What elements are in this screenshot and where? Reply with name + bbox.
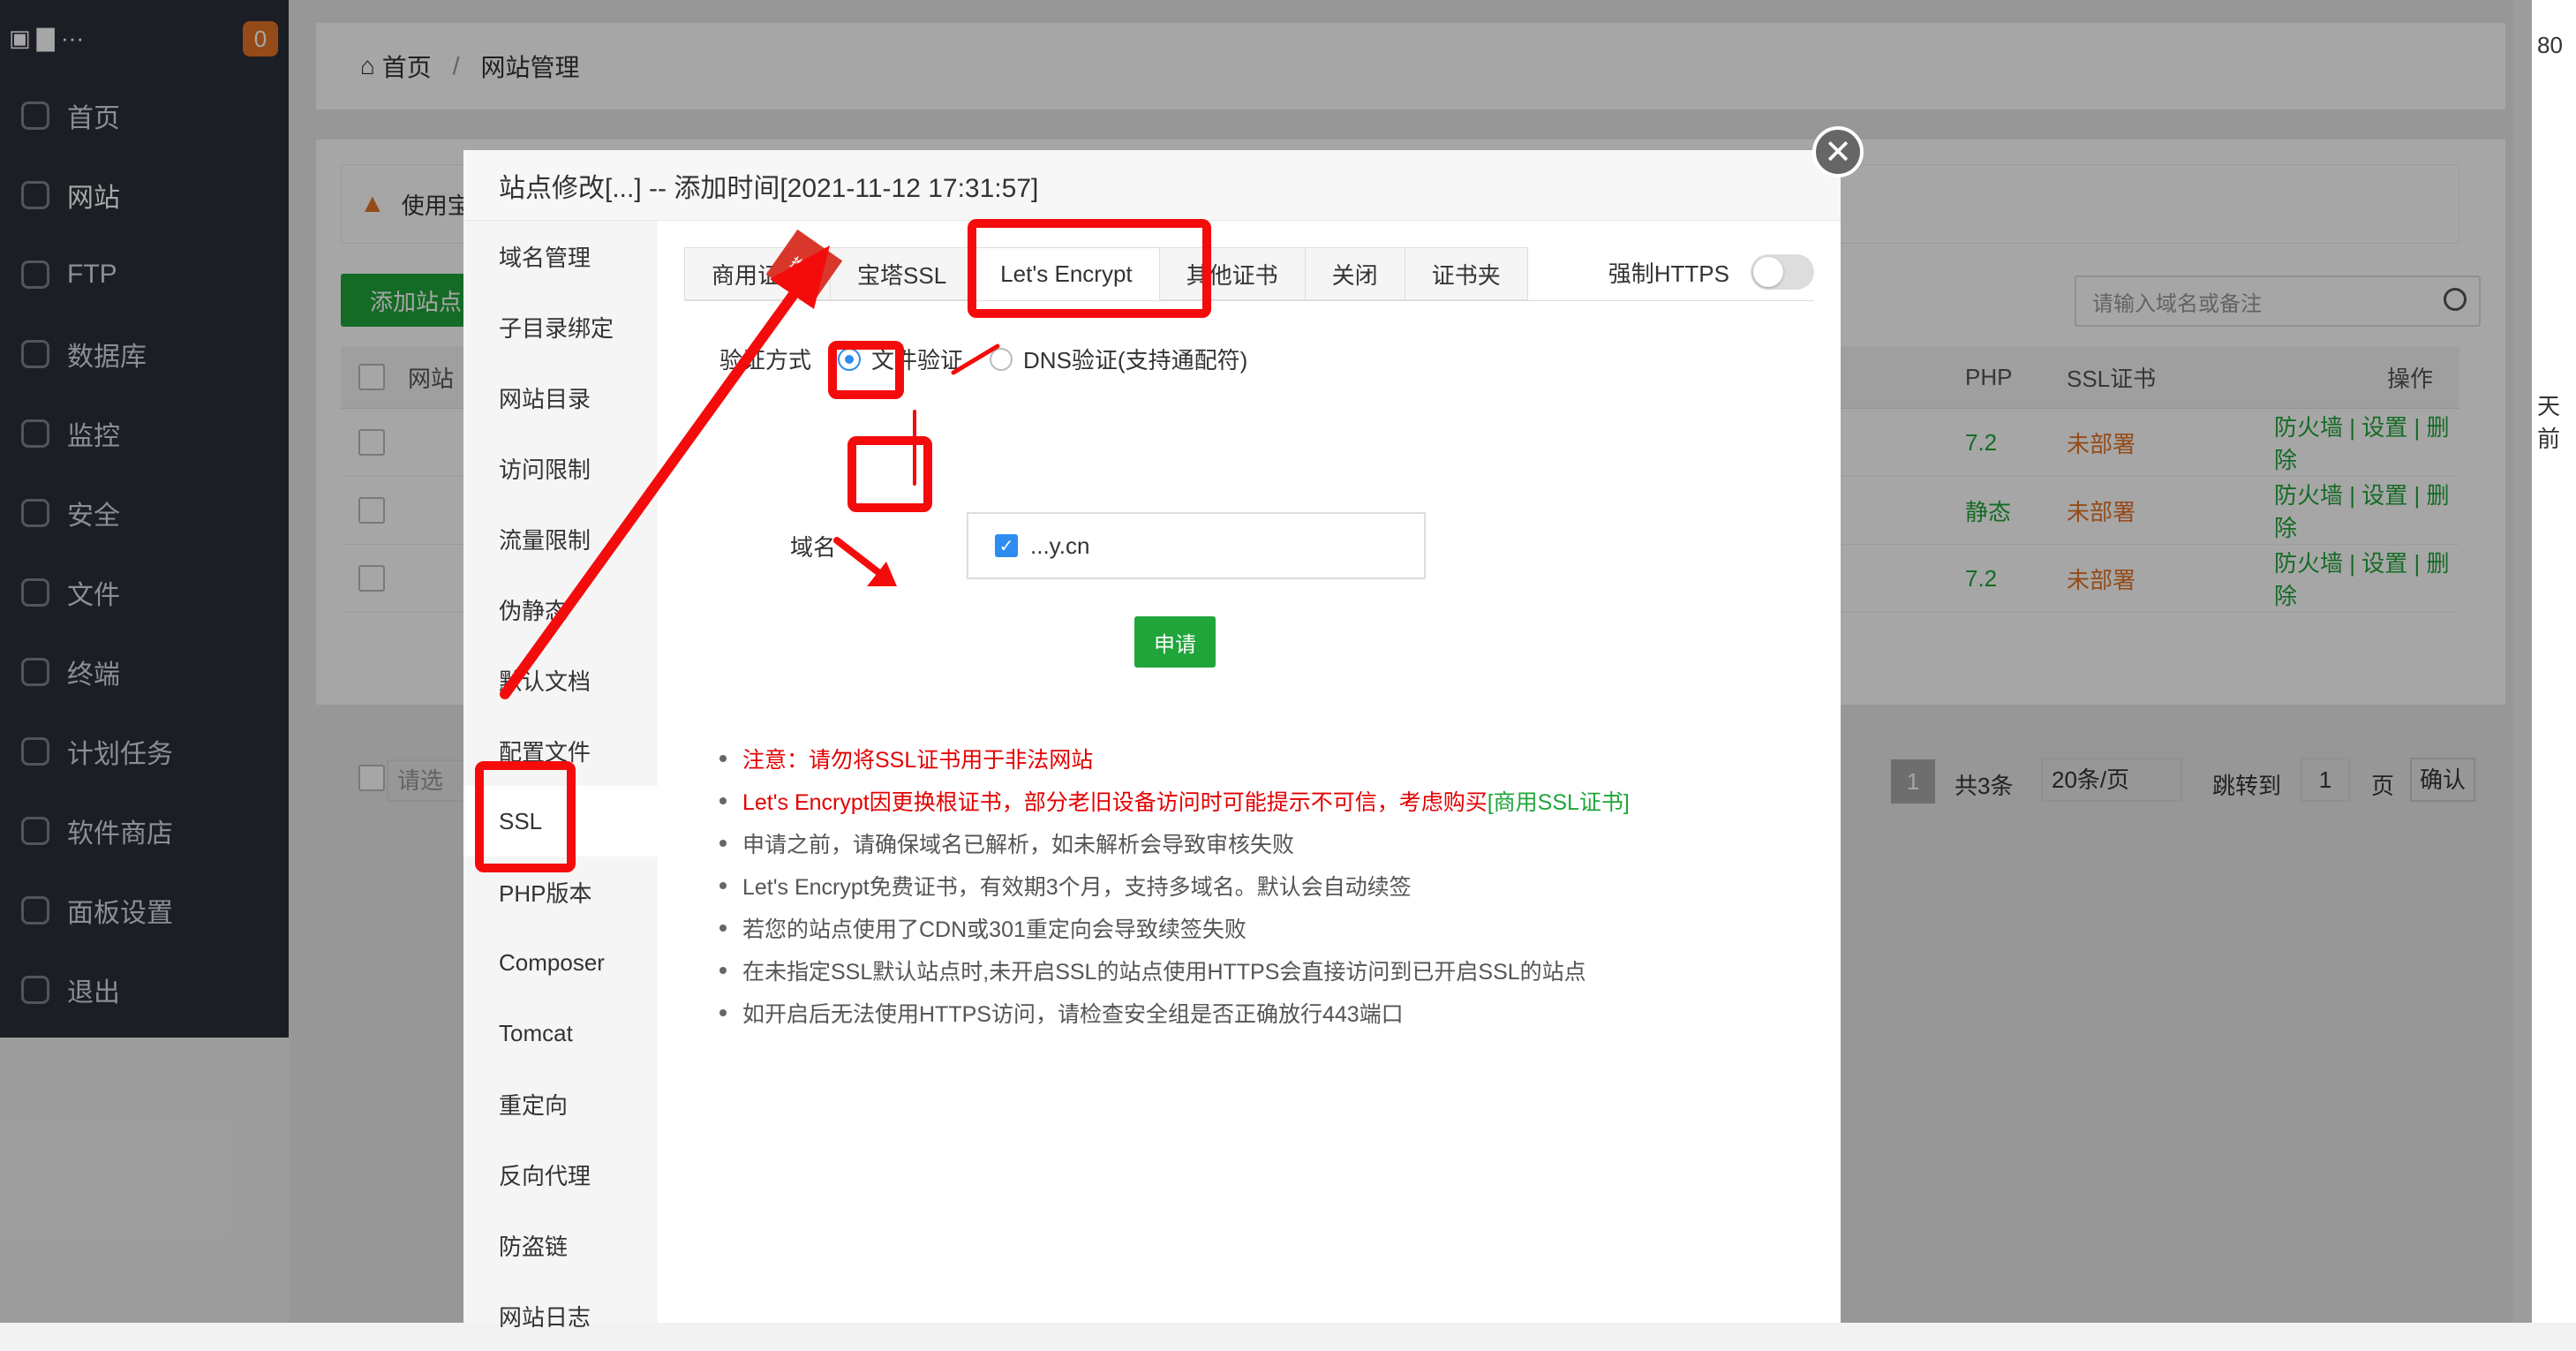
annotation-arrows [500, 245, 1000, 699]
annotation-arrow [951, 343, 1000, 375]
annotation-arrow [833, 537, 886, 579]
annotation-arrow [500, 275, 809, 699]
arrowhead [770, 245, 830, 309]
